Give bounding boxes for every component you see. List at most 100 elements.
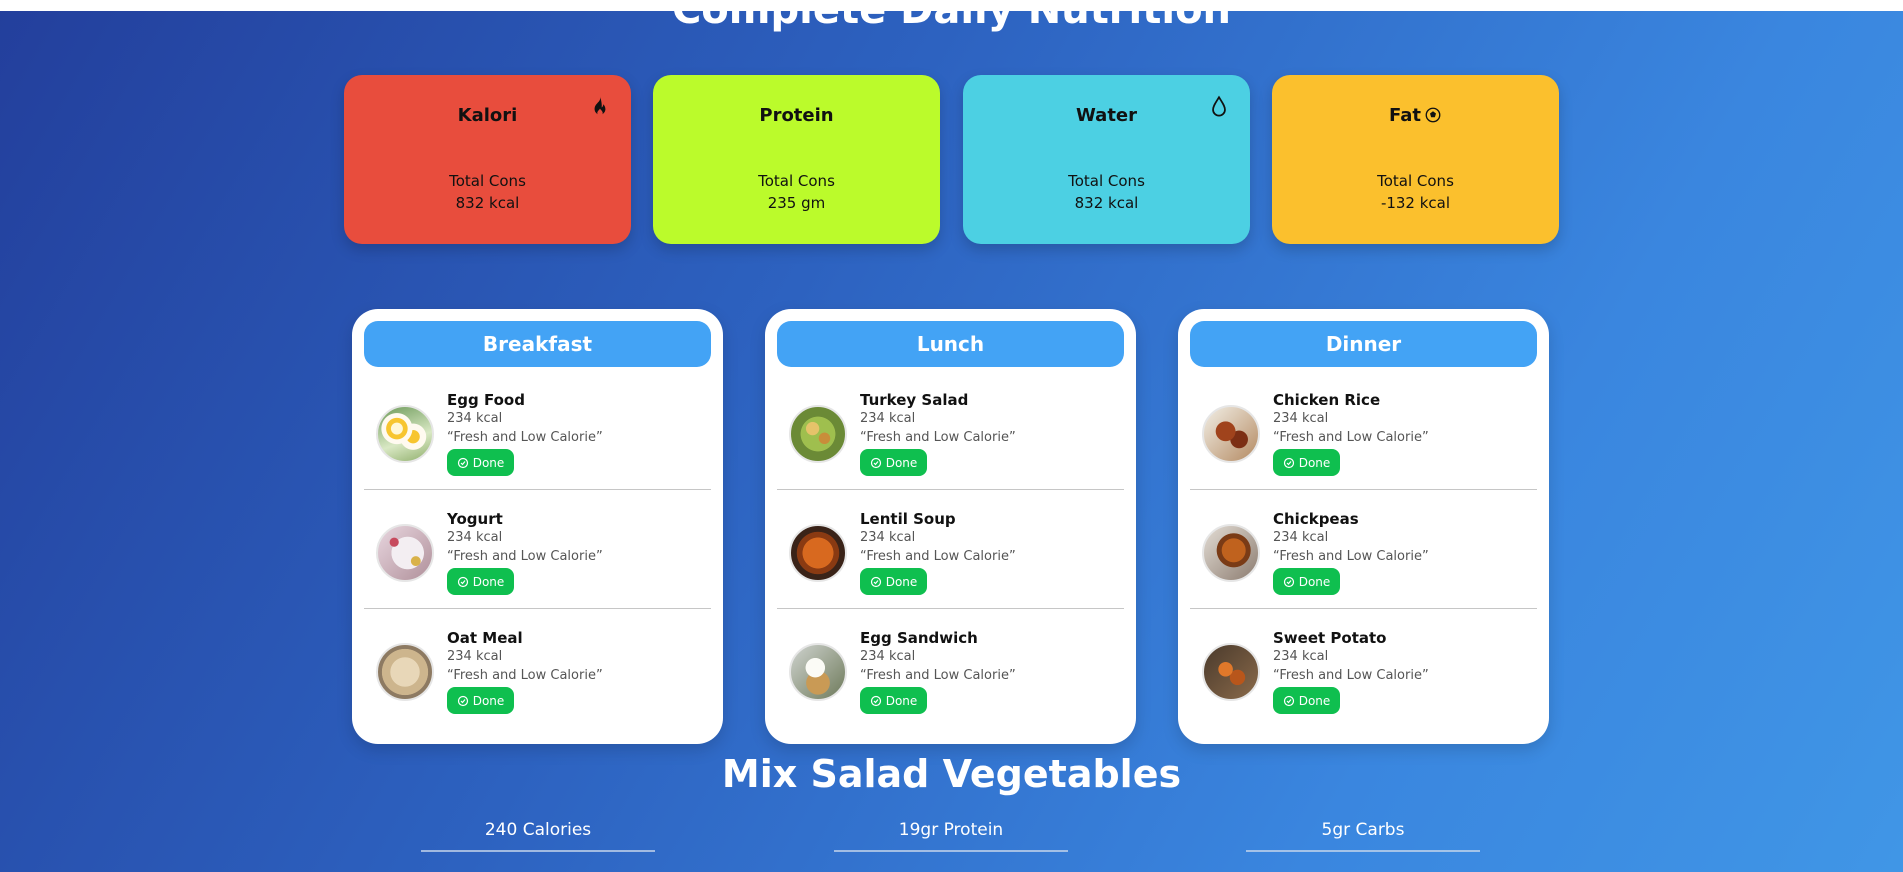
oat-meal-image [376,643,434,701]
meal-item: Lentil Soup 234 kcal “Fresh and Low Calo… [777,490,1124,609]
salad-calories: 240 Calories [421,820,655,852]
stat-title: Fat [1272,105,1559,126]
stat-label: Total Cons [758,172,835,190]
stat-card-kalori: Kalori Total Cons 832 kcal [344,75,631,244]
done-label: Done [472,693,505,708]
done-label: Done [1298,455,1331,470]
food-name: Sweet Potato [1273,629,1387,647]
done-button[interactable]: Done [860,449,927,476]
meal-item: Chickpeas 234 kcal “Fresh and Low Calori… [1190,490,1537,609]
meal-item: Egg Sandwich 234 kcal “Fresh and Low Cal… [777,609,1124,728]
done-label: Done [885,693,918,708]
food-kcal: 234 kcal [1273,411,1329,426]
lentil-soup-image [789,524,847,582]
meal-header: Breakfast [364,321,711,367]
chickpeas-image [1202,524,1260,582]
meal-header: Dinner [1190,321,1537,367]
food-description: “Fresh and Low Calorie” [447,549,603,564]
stat-label: Total Cons [1068,172,1145,190]
check-circle-icon [870,576,881,587]
stat-value: 235 gm [767,194,826,212]
water-drop-icon [1212,95,1226,117]
food-description: “Fresh and Low Calorie” [860,430,1016,445]
fire-icon [594,96,606,116]
food-kcal: 234 kcal [447,649,503,664]
done-label: Done [1298,574,1331,589]
meal-item: Yogurt 234 kcal “Fresh and Low Calorie” … [364,490,711,609]
egg-sandwich-image [789,643,847,701]
meal-card-lunch: Lunch Turkey Salad 234 kcal “Fresh and L… [765,309,1136,744]
meal-header: Lunch [777,321,1124,367]
meal-item: Chicken Rice 234 kcal “Fresh and Low Cal… [1190,371,1537,490]
done-button[interactable]: Done [860,568,927,595]
food-name: Chicken Rice [1273,391,1381,409]
food-kcal: 234 kcal [860,649,916,664]
check-circle-icon [870,695,881,706]
meal-item: Turkey Salad 234 kcal “Fresh and Low Cal… [777,371,1124,490]
yogurt-image [376,524,434,582]
food-description: “Fresh and Low Calorie” [1273,668,1429,683]
check-circle-icon [1283,576,1294,587]
stat-title-text: Fat [1389,105,1421,126]
food-description: “Fresh and Low Calorie” [1273,430,1429,445]
done-button[interactable]: Done [447,449,514,476]
stat-card-fat: Fat Total Cons -132 kcal [1272,75,1559,244]
page-title: Complete Daily Nutrition [671,0,1232,33]
stat-label: Total Cons [1377,172,1454,190]
stat-card-water: Water Total Cons 832 kcal [963,75,1250,244]
check-circle-icon [870,457,881,468]
done-button[interactable]: Done [1273,568,1340,595]
meal-item: Sweet Potato 234 kcal “Fresh and Low Cal… [1190,609,1537,728]
salad-title: Mix Salad Vegetables [721,752,1182,796]
meal-card-dinner: Dinner Chicken Rice 234 kcal “Fresh and … [1178,309,1549,744]
done-label: Done [472,574,505,589]
meal-card-breakfast: Breakfast Egg Food 234 kcal “Fresh and L… [352,309,723,744]
food-name: Egg Sandwich [860,629,978,647]
food-kcal: 234 kcal [447,411,503,426]
sweet-potato-image [1202,643,1260,701]
check-circle-icon [457,576,468,587]
food-kcal: 234 kcal [1273,649,1329,664]
stat-title: Protein [759,105,834,126]
done-label: Done [885,455,918,470]
done-button[interactable]: Done [1273,687,1340,714]
food-name: Chickpeas [1273,510,1359,528]
stat-value: 832 kcal [1074,194,1139,212]
food-description: “Fresh and Low Calorie” [860,549,1016,564]
meal-item: Egg Food 234 kcal “Fresh and Low Calorie… [364,371,711,490]
check-circle-icon [1283,695,1294,706]
food-kcal: 234 kcal [447,530,503,545]
chicken-rice-image [1202,405,1260,463]
food-kcal: 234 kcal [1273,530,1329,545]
food-name: Oat Meal [447,629,523,647]
stat-label: Total Cons [449,172,526,190]
food-description: “Fresh and Low Calorie” [1273,549,1429,564]
food-description: “Fresh and Low Calorie” [447,668,603,683]
stat-value: -132 kcal [1380,194,1451,212]
food-name: Turkey Salad [860,391,969,409]
check-circle-icon [457,695,468,706]
food-kcal: 234 kcal [860,411,916,426]
turkey-salad-image [789,405,847,463]
done-button[interactable]: Done [860,687,927,714]
done-label: Done [1298,693,1331,708]
fat-icon [1425,107,1441,123]
check-circle-icon [1283,457,1294,468]
check-circle-icon [457,457,468,468]
food-description: “Fresh and Low Calorie” [860,668,1016,683]
done-label: Done [472,455,505,470]
salad-carbs: 5gr Carbs [1246,820,1480,852]
stat-card-protein: Protein Total Cons 235 gm [653,75,940,244]
meal-item: Oat Meal 234 kcal “Fresh and Low Calorie… [364,609,711,728]
food-name: Egg Food [447,391,525,409]
done-button[interactable]: Done [447,568,514,595]
done-label: Done [885,574,918,589]
food-description: “Fresh and Low Calorie” [447,430,603,445]
egg-food-image [376,405,434,463]
salad-protein: 19gr Protein [834,820,1068,852]
food-name: Lentil Soup [860,510,956,528]
food-kcal: 234 kcal [860,530,916,545]
food-name: Yogurt [447,510,503,528]
done-button[interactable]: Done [1273,449,1340,476]
done-button[interactable]: Done [447,687,514,714]
